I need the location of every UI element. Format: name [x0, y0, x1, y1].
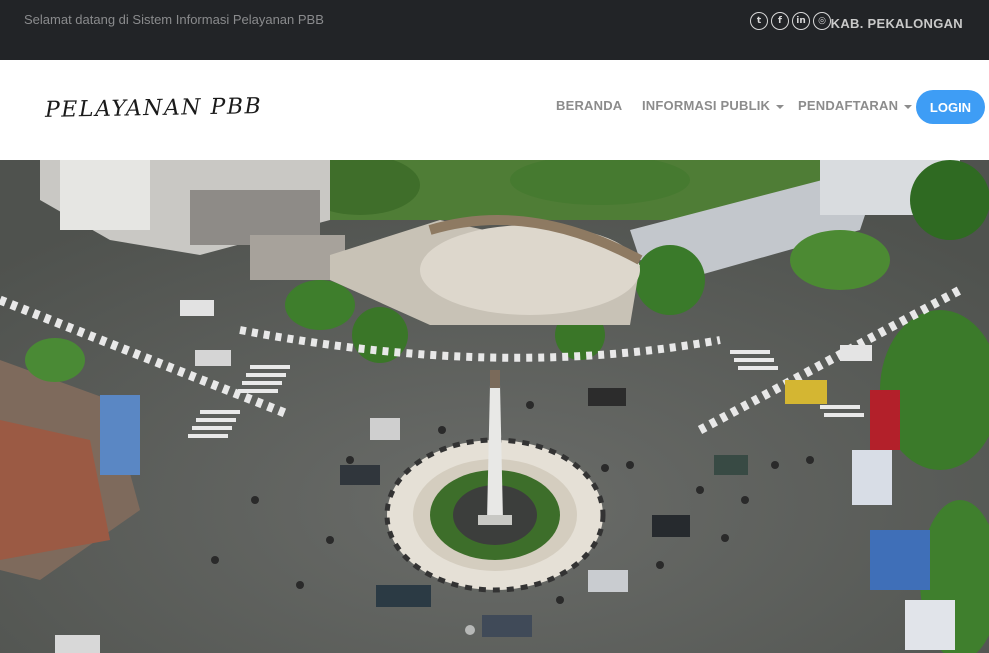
linkedin-icon[interactable]: in	[792, 12, 810, 30]
nav-beranda-label: BERANDA	[556, 98, 623, 113]
hero-image	[0, 160, 989, 653]
slider-indicator[interactable]	[465, 625, 475, 635]
nav-beranda[interactable]: BERANDA	[556, 98, 622, 113]
region-link[interactable]: KAB. PEKALONGAN	[831, 16, 963, 31]
nav-pendaftaran[interactable]: PENDAFTARAN	[798, 98, 913, 113]
social-links: t f in ◎	[750, 12, 831, 30]
nav-pendaftaran-label: PENDAFTARAN	[798, 98, 899, 113]
welcome-text: Selamat datang di Sistem Informasi Pelay…	[24, 12, 324, 27]
facebook-icon[interactable]: f	[771, 12, 789, 30]
site-brand[interactable]: PELAYANAN PBB	[45, 94, 263, 123]
nav-informasi-publik-label: INFORMASI PUBLIK	[642, 98, 771, 113]
twitter-icon[interactable]: t	[750, 12, 768, 30]
login-button[interactable]: LOGIN	[916, 90, 985, 124]
caret-down-icon	[776, 104, 785, 109]
navbar: PELAYANAN PBB BERANDA INFORMASI PUBLIK P…	[0, 60, 989, 160]
top-bar: Selamat datang di Sistem Informasi Pelay…	[0, 0, 989, 60]
caret-down-icon	[904, 104, 913, 109]
dribbble-icon[interactable]: ◎	[813, 12, 831, 30]
nav-informasi-publik[interactable]: INFORMASI PUBLIK	[642, 98, 785, 113]
hero-slider	[0, 160, 989, 653]
